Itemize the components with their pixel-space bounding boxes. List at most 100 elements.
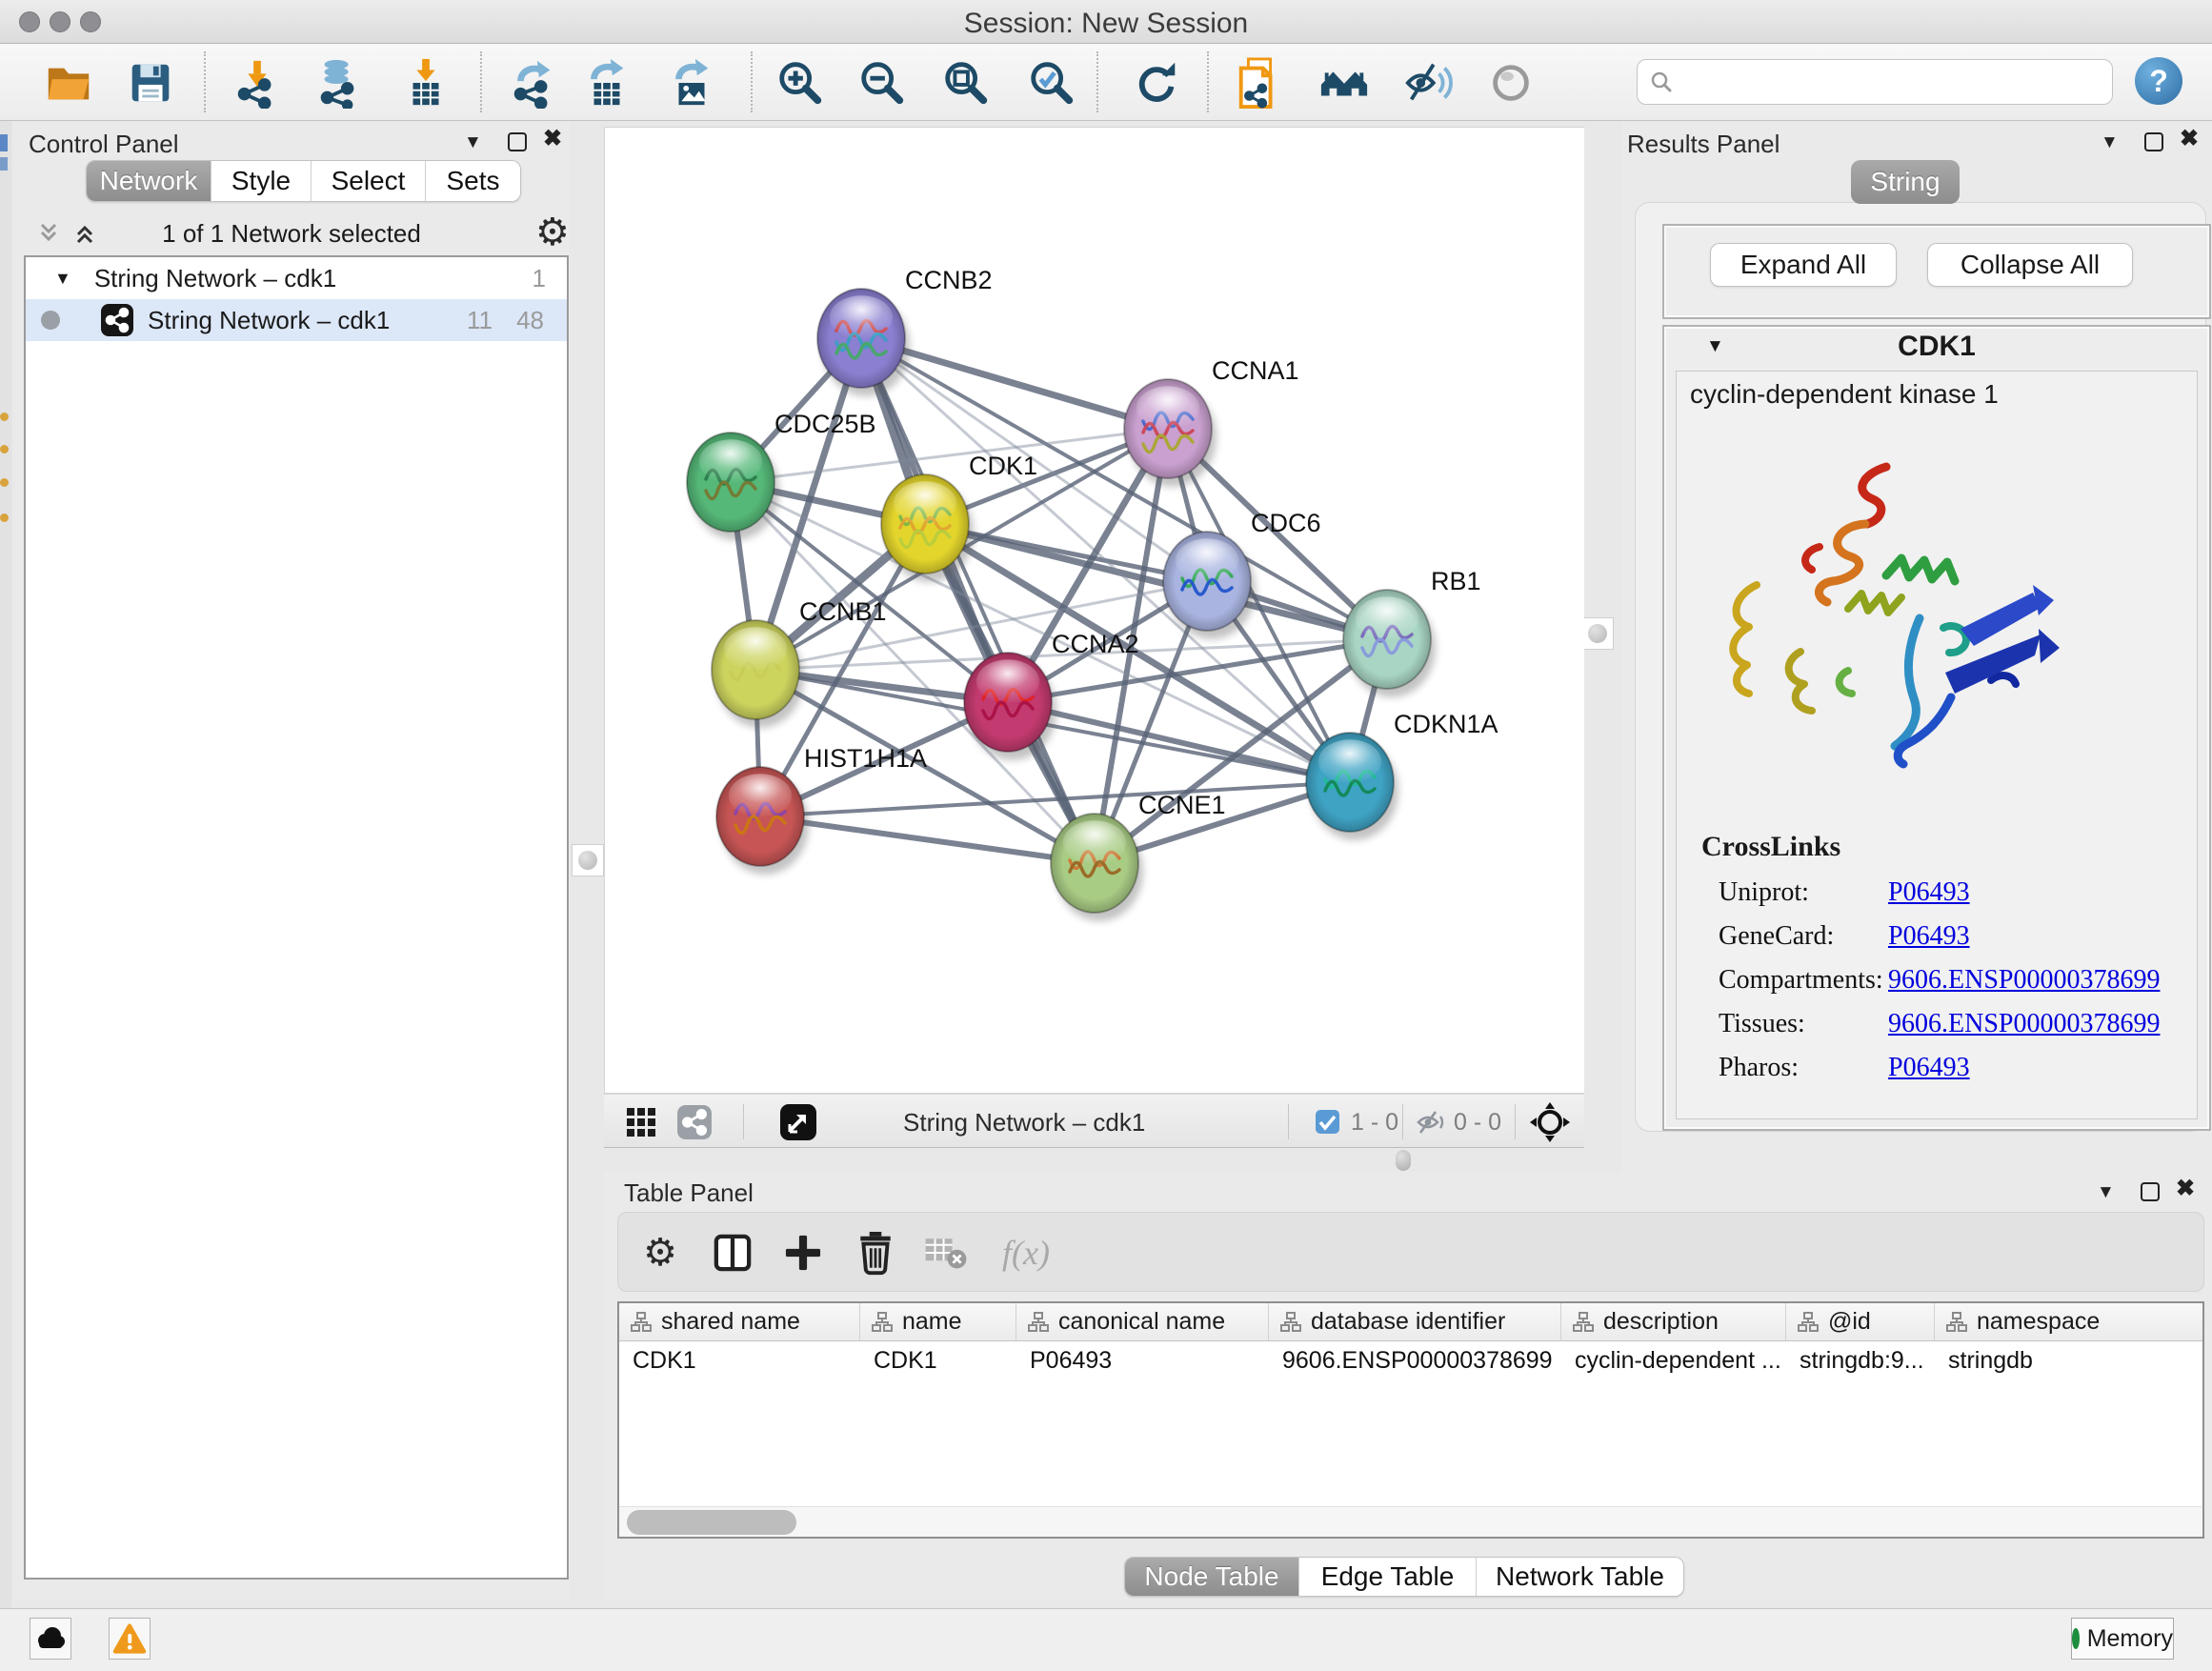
table-panel-float-icon[interactable] [2141,1182,2160,1201]
grid-mode-icon[interactable] [625,1106,657,1138]
tab-style[interactable]: Style [211,161,311,201]
crosshair-icon[interactable] [1530,1102,1570,1142]
export-network-icon[interactable] [506,55,561,111]
string-results-container: Expand All Collapse All ▼ CDK1 cyclin-de… [1635,202,2206,1132]
left-splitter-handle[interactable] [572,844,604,876]
help-button[interactable]: ? [2135,57,2182,105]
add-column-icon[interactable] [776,1226,830,1279]
table-hscrollbar-thumb[interactable] [627,1510,796,1535]
open-in-new-window-icon[interactable] [779,1103,817,1141]
open-session-icon[interactable] [41,55,96,111]
table-panel-collapse-icon[interactable]: ▼ [2097,1182,2115,1203]
screen-edge-strip [0,121,11,1608]
delete-column-icon[interactable] [849,1226,902,1279]
search-input[interactable] [1674,69,2093,95]
column-header[interactable]: namespace [1935,1303,2204,1340]
preview-orb-icon[interactable] [1483,55,1538,111]
network-node-label: CCNE1 [1138,791,1226,819]
bottom-splitter-handle[interactable] [1396,1150,1411,1171]
collection-expand-icon[interactable]: ▼ [54,269,71,289]
window-title: Session: New Session [0,8,2212,40]
network-node-RB1[interactable] [1343,590,1436,697]
network-node-CDK1[interactable] [881,474,974,582]
column-header[interactable]: database identifier [1269,1303,1561,1340]
tab-sets[interactable]: Sets [425,161,520,201]
glass-effect-icon[interactable] [1400,55,1456,111]
crosslink-link[interactable]: P06493 [1888,1053,1970,1083]
network-options-gear-icon[interactable]: ⚙ [535,213,570,252]
control-panel-close-icon[interactable]: ✖ [543,130,562,149]
network-edge[interactable] [1008,702,1350,782]
right-splitter-handle[interactable] [1581,617,1614,650]
column-header[interactable]: name [860,1303,1016,1340]
collapse-all-button[interactable]: Collapse All [1927,243,2133,287]
table-panel: Table Panel ▼ ✖ ⚙ f(x) shared name name … [604,1172,2212,1601]
search-field[interactable] [1637,59,2113,105]
network-node-CDKN1A[interactable] [1306,733,1398,840]
network-edge[interactable] [760,816,1095,863]
refresh-icon[interactable] [1129,55,1184,111]
results-panel-title: Results Panel [1627,130,1780,159]
cloud-button[interactable] [30,1618,71,1660]
zoom-fit-icon[interactable] [938,55,994,111]
crosslink-link[interactable]: P06493 [1888,877,1970,908]
network-node-CCNA2[interactable] [964,653,1056,760]
column-header[interactable]: @id [1786,1303,1935,1340]
table-hscrollbar[interactable] [619,1506,2202,1537]
function-builder-icon[interactable]: f(x) [999,1226,1053,1279]
crosslink-link[interactable]: 9606.ENSP00000378699 [1888,1009,2160,1039]
search-icon [1649,70,1674,94]
control-panel-float-icon[interactable] [508,132,527,151]
node-table[interactable]: shared name name canonical name database… [617,1301,2204,1539]
hidden-eye-icon[interactable] [1416,1108,1446,1137]
zoom-in-icon[interactable] [773,55,828,111]
import-database-icon[interactable] [311,55,366,111]
import-table-icon[interactable] [398,55,453,111]
string-home-icon[interactable] [1317,55,1372,111]
network-view[interactable]: CDK1CCNB2CCNA1CDC25BCDC6RB1CCNB1CCNA2CDK… [604,127,1584,1094]
table-panel-close-icon[interactable]: ✖ [2176,1179,2195,1198]
network-node-CDC25B[interactable] [687,433,779,540]
export-image-icon[interactable] [664,55,719,111]
network-node-CCNA1[interactable] [1124,379,1217,487]
tab-network-table[interactable]: Network Table [1476,1558,1683,1596]
control-panel-collapse-icon[interactable]: ▼ [464,132,482,153]
delete-table-icon[interactable] [919,1226,973,1279]
export-table-icon[interactable] [579,55,634,111]
selected-checkbox-icon[interactable] [1315,1109,1340,1135]
tab-node-table[interactable]: Node Table [1125,1558,1298,1596]
warnings-button[interactable] [109,1618,151,1660]
memory-button[interactable]: Memory [2071,1618,2174,1660]
tab-select[interactable]: Select [311,161,425,201]
control-panel: Control Panel ▼ ✖ Network Style Select S… [13,121,570,1601]
results-panel-float-icon[interactable] [2144,132,2163,151]
column-header[interactable]: canonical name [1016,1303,1269,1340]
crosslink-link[interactable]: P06493 [1888,921,1970,952]
network-node-CDC6[interactable] [1163,532,1256,639]
birdseye-view-icon[interactable] [676,1104,713,1140]
results-panel-close-icon[interactable]: ✖ [2180,130,2199,149]
crosslink-link[interactable]: 9606.ENSP00000378699 [1888,965,2160,996]
column-header[interactable]: description [1561,1303,1786,1340]
save-session-icon[interactable] [123,55,178,111]
results-panel-collapse-icon[interactable]: ▼ [2101,132,2119,153]
tab-string[interactable]: String [1851,160,1960,204]
zoom-out-icon[interactable] [855,55,910,111]
selected-count: 1 - 0 [1351,1109,1398,1137]
network-node-CCNB2[interactable] [817,289,910,396]
network-collection-row[interactable]: ▼ String Network – cdk1 1 [26,257,567,299]
table-gear-icon[interactable]: ⚙ [633,1226,687,1279]
show-columns-icon[interactable] [706,1226,759,1279]
network-node-HIST1H1A[interactable] [716,767,809,875]
expand-all-button[interactable]: Expand All [1710,243,1897,287]
tab-network[interactable]: Network [87,161,211,201]
string-query-icon[interactable] [1232,55,1287,111]
tab-edge-table[interactable]: Edge Table [1298,1558,1476,1596]
table-row[interactable]: CDK1 CDK1 P06493 9606.ENSP00000378699 cy… [619,1341,2202,1379]
network-row[interactable]: String Network – cdk1 11 48 [26,299,567,341]
network-node-CCNE1[interactable] [1051,814,1143,921]
import-network-icon[interactable] [230,55,285,111]
network-edge-count: 48 [516,306,544,335]
zoom-selected-icon[interactable] [1024,55,1079,111]
column-header[interactable]: shared name [619,1303,860,1340]
